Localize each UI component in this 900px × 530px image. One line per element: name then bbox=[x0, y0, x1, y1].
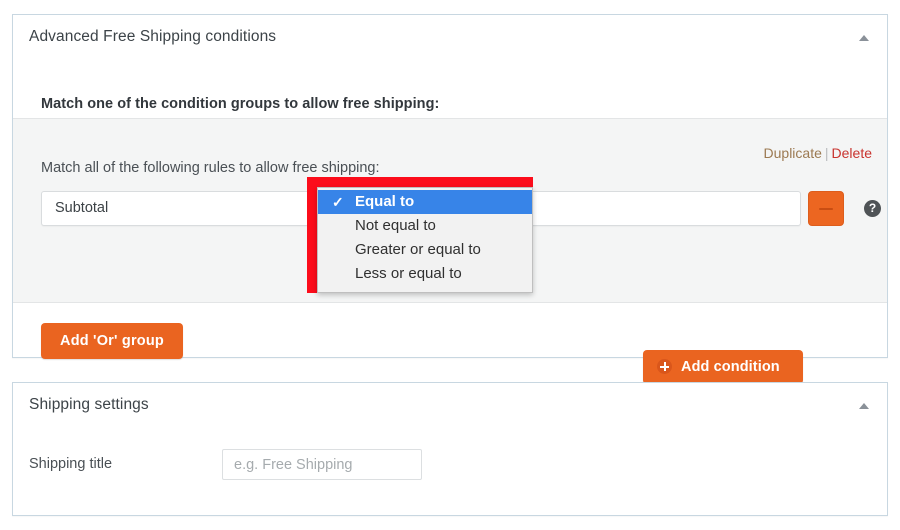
operator-option-greater-or-equal-to[interactable]: Greater or equal to bbox=[318, 238, 532, 262]
shipping-title-row: Shipping title bbox=[13, 449, 887, 483]
operator-dropdown-list: ✓ Equal to Not equal to Greater or equal… bbox=[317, 187, 533, 293]
conditions-panel-header: Advanced Free Shipping conditions bbox=[13, 15, 887, 59]
operator-option-label: Equal to bbox=[355, 193, 415, 210]
link-separator: | bbox=[824, 145, 829, 161]
operator-dropdown-popup[interactable]: ✓ Equal to Not equal to Greater or equal… bbox=[307, 177, 533, 293]
add-or-group-button[interactable]: Add 'Or' group bbox=[41, 323, 183, 359]
caret-up-icon[interactable] bbox=[857, 31, 873, 45]
remove-condition-button[interactable] bbox=[808, 191, 844, 226]
add-condition-button[interactable]: Add condition bbox=[643, 350, 803, 384]
add-condition-label: Add condition bbox=[681, 359, 780, 375]
caret-up-icon[interactable] bbox=[857, 399, 873, 413]
condition-value-input[interactable] bbox=[529, 191, 801, 226]
shipping-panel-header: Shipping settings bbox=[13, 383, 887, 427]
question-mark-icon[interactable]: ? bbox=[864, 200, 881, 217]
condition-field-select[interactable]: Subtotal bbox=[41, 191, 331, 226]
minus-icon bbox=[819, 208, 833, 210]
operator-option-label: Not equal to bbox=[355, 217, 436, 234]
group-match-label: Match all of the following rules to allo… bbox=[41, 160, 380, 176]
page-title: Advanced Free Shipping conditions bbox=[29, 28, 277, 45]
operator-option-equal-to[interactable]: ✓ Equal to bbox=[318, 190, 532, 214]
shipping-title-label: Shipping title bbox=[29, 456, 113, 472]
delete-group-link[interactable]: Delete bbox=[832, 145, 872, 161]
caret-up-glyph bbox=[859, 35, 869, 41]
shipping-settings-title: Shipping settings bbox=[29, 396, 149, 413]
checkmark-icon: ✓ bbox=[332, 194, 344, 210]
duplicate-group-link[interactable]: Duplicate bbox=[764, 145, 822, 161]
operator-option-not-equal-to[interactable]: Not equal to bbox=[318, 214, 532, 238]
operator-option-less-or-equal-to[interactable]: Less or equal to bbox=[318, 262, 532, 286]
shipping-settings-panel: Shipping settings Shipping title bbox=[12, 382, 888, 516]
shipping-title-input[interactable] bbox=[222, 449, 422, 480]
caret-up-glyph bbox=[859, 403, 869, 409]
conditions-subheading: Match one of the condition groups to all… bbox=[41, 96, 440, 112]
circle-plus-icon bbox=[657, 359, 672, 374]
page-root: Advanced Free Shipping conditions Match … bbox=[0, 0, 900, 530]
operator-option-label: Less or equal to bbox=[355, 265, 462, 282]
group-actions: Duplicate | Delete bbox=[764, 145, 872, 161]
operator-option-label: Greater or equal to bbox=[355, 241, 481, 258]
